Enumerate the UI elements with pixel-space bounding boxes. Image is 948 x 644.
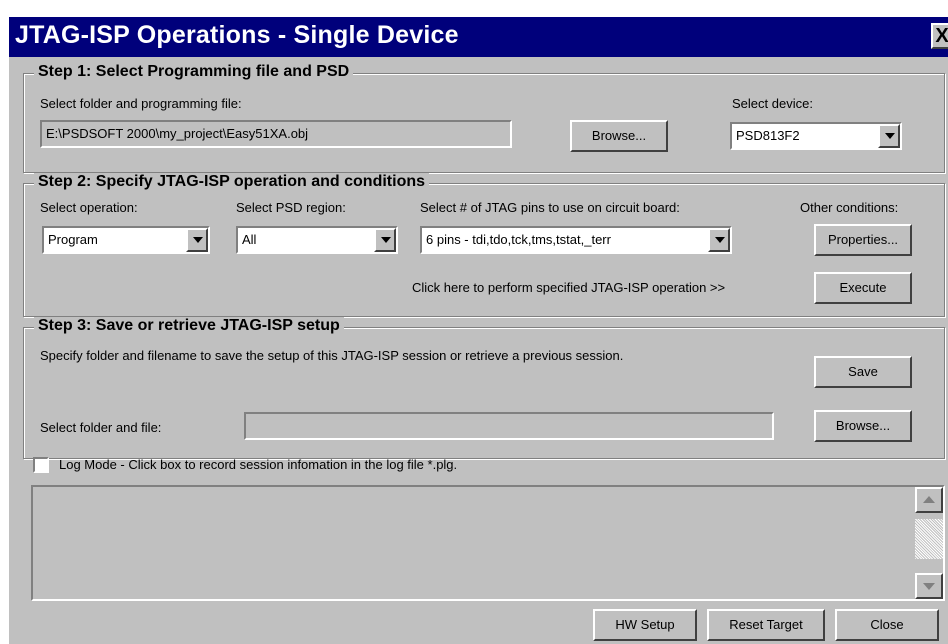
step3-legend: Step 3: Save or retrieve JTAG-ISP setup — [34, 317, 344, 335]
operation-select[interactable]: Program — [42, 226, 210, 254]
other-conditions-label: Other conditions: — [800, 200, 899, 215]
step3-description: Specify folder and filename to save the … — [40, 348, 624, 363]
hw-setup-button[interactable]: HW Setup — [593, 609, 697, 641]
scroll-down-icon[interactable] — [915, 573, 943, 599]
scroll-thumb[interactable] — [915, 519, 943, 559]
properties-button[interactable]: Properties... — [814, 224, 912, 256]
programming-file-field[interactable]: E:\PSDSOFT 2000\my_project\Easy51XA.obj — [40, 120, 512, 148]
scroll-track[interactable] — [915, 513, 943, 573]
select-device-label: Select device: — [732, 96, 813, 111]
reset-target-button[interactable]: Reset Target — [707, 609, 825, 641]
save-setup-button[interactable]: Save — [814, 356, 912, 388]
chevron-down-icon[interactable] — [186, 228, 208, 252]
step1-legend: Step 1: Select Programming file and PSD — [34, 63, 354, 81]
execute-hint: Click here to perform specified JTAG-ISP… — [412, 280, 726, 295]
step2-group: Step 2: Specify JTAG-ISP operation and c… — [23, 173, 945, 317]
log-scrollbar[interactable] — [915, 487, 943, 599]
device-select[interactable]: PSD813F2 — [730, 122, 902, 150]
close-icon[interactable]: X — [931, 23, 948, 49]
device-select-value: PSD813F2 — [736, 128, 800, 143]
select-folder-label: Select folder and file: — [40, 420, 162, 435]
step3-group: Step 3: Save or retrieve JTAG-ISP setup … — [23, 317, 945, 459]
chevron-down-icon[interactable] — [878, 124, 900, 148]
title-bar: JTAG-ISP Operations - Single Device X — [9, 17, 948, 57]
setup-file-field[interactable] — [244, 412, 774, 440]
jtag-pins-select-value: 6 pins - tdi,tdo,tck,tms,tstat,_terr — [426, 232, 611, 247]
region-select[interactable]: All — [236, 226, 398, 254]
browse-programming-file-button[interactable]: Browse... — [570, 120, 668, 152]
log-mode-checkbox[interactable] — [33, 457, 49, 473]
jtag-isp-dialog: JTAG-ISP Operations - Single Device X St… — [8, 16, 948, 644]
jtag-pins-label: Select # of JTAG pins to use on circuit … — [420, 200, 680, 215]
select-region-label: Select PSD region: — [236, 200, 346, 215]
programming-file-label: Select folder and programming file: — [40, 96, 242, 111]
region-select-value: All — [242, 232, 257, 247]
execute-button[interactable]: Execute — [814, 272, 912, 304]
scroll-up-icon[interactable] — [915, 487, 943, 513]
select-operation-label: Select operation: — [40, 200, 138, 215]
operation-select-value: Program — [48, 232, 98, 247]
browse-setup-file-button[interactable]: Browse... — [814, 410, 912, 442]
chevron-down-icon[interactable] — [374, 228, 396, 252]
chevron-down-icon[interactable] — [708, 228, 730, 252]
log-output-area[interactable] — [31, 485, 945, 601]
step2-legend: Step 2: Specify JTAG-ISP operation and c… — [34, 173, 430, 191]
close-button[interactable]: Close — [835, 609, 939, 641]
window-title: JTAG-ISP Operations - Single Device — [15, 21, 459, 49]
jtag-pins-select[interactable]: 6 pins - tdi,tdo,tck,tms,tstat,_terr — [420, 226, 732, 254]
log-mode-label: Log Mode - Click box to record session i… — [59, 457, 458, 472]
step1-group: Step 1: Select Programming file and PSD … — [23, 63, 945, 173]
